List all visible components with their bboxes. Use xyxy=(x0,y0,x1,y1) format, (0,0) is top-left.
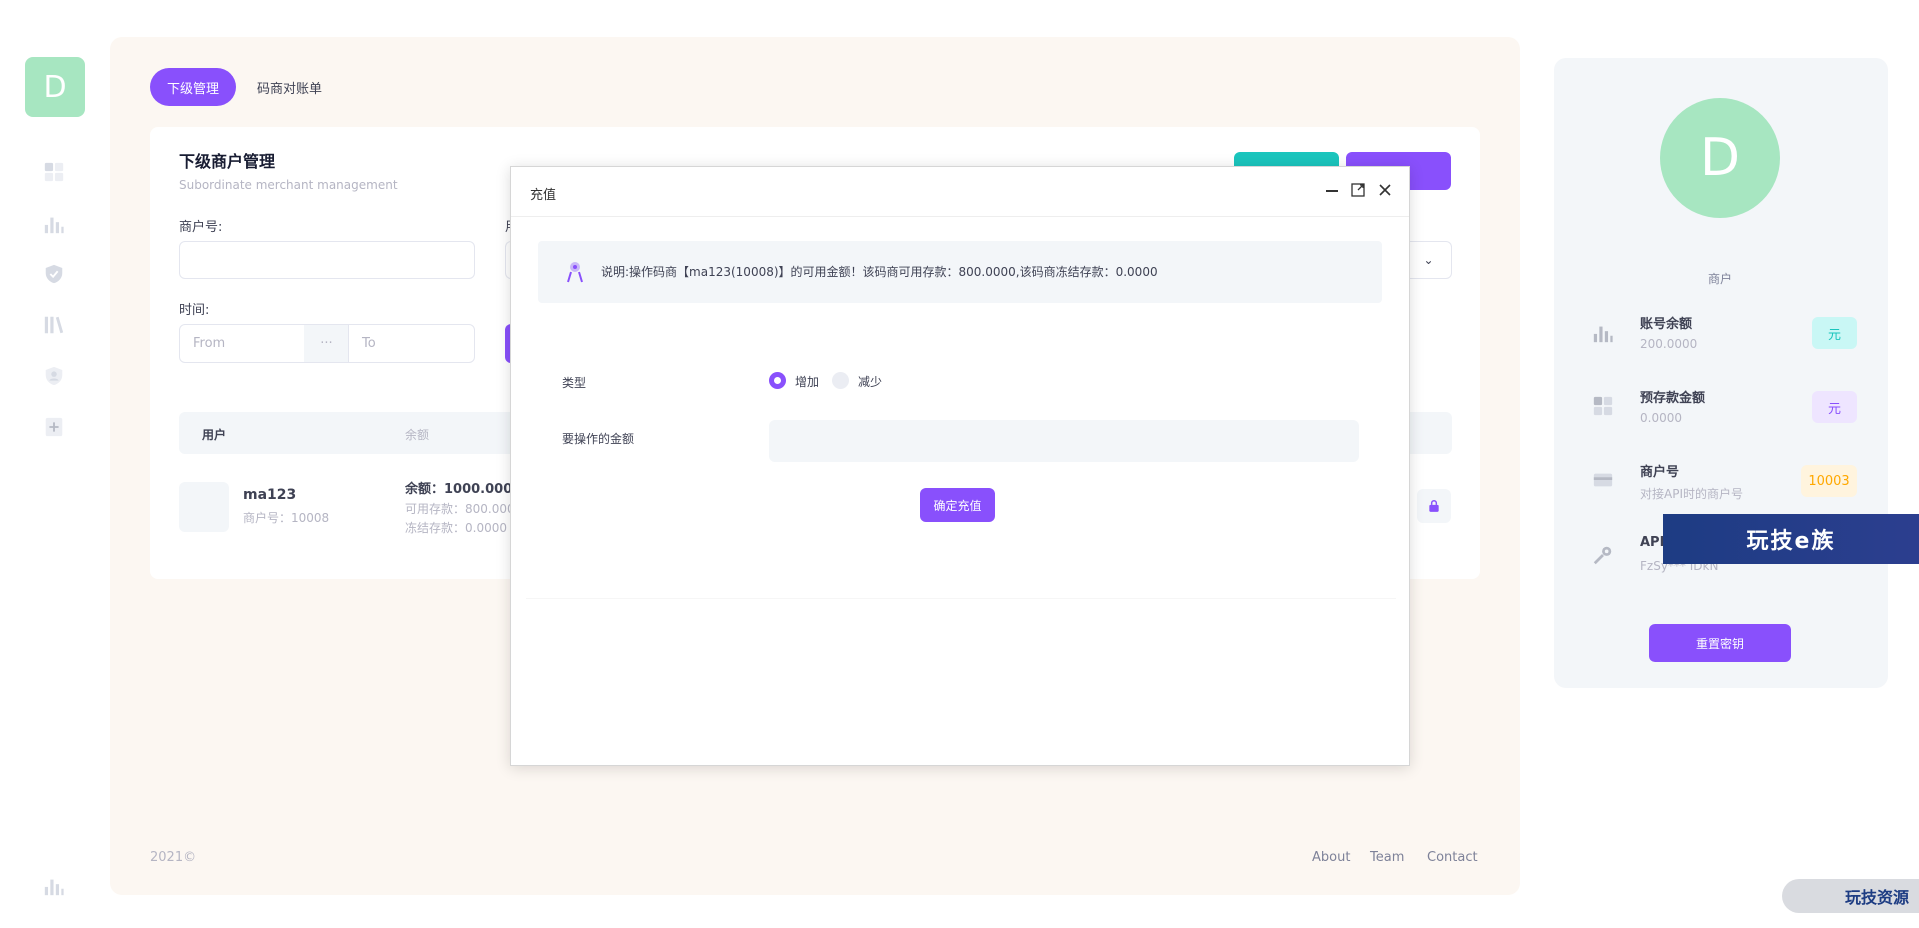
column-header-user: 用户 xyxy=(202,428,227,442)
credit-card-icon xyxy=(1591,468,1615,492)
filter-select[interactable]: ⌄ xyxy=(1406,241,1452,279)
stat-label-deposit: 预存款金额 xyxy=(1640,391,1706,406)
watermark-banner: 玩技e族 xyxy=(1663,514,1919,564)
maximize-icon[interactable] xyxy=(1349,181,1367,199)
date-from-placeholder: From xyxy=(193,336,226,351)
watermark-corner: 玩技资源 xyxy=(1782,879,1919,913)
reset-key-button[interactable]: 重置密钥 xyxy=(1649,624,1791,662)
profile-role: 商户 xyxy=(1707,272,1732,286)
lock-button[interactable] xyxy=(1417,489,1451,523)
radio-decrease-label: 减少 xyxy=(858,375,883,389)
stat-label-api: API xyxy=(1640,535,1665,550)
chevron-down-icon: ⌄ xyxy=(1423,253,1434,267)
time-label: 时间: xyxy=(179,303,210,318)
profile-avatar-letter: D xyxy=(1699,128,1741,188)
lock-icon xyxy=(1429,500,1439,512)
modal-header-divider xyxy=(511,216,1409,217)
tab-subordinate-management[interactable]: 下级管理 xyxy=(150,68,237,106)
footer-link-contact[interactable]: Contact xyxy=(1427,850,1478,865)
date-to-placeholder: To xyxy=(362,336,376,351)
chart-icon xyxy=(1591,321,1615,345)
watermark-banner-text: 玩技e族 xyxy=(1746,529,1836,554)
stat-badge-deposit: 元 xyxy=(1812,391,1857,423)
stat-label-merchant-id: 商户号 xyxy=(1640,465,1680,480)
rail-avatar[interactable]: D xyxy=(25,57,85,117)
reset-key-label: 重置密钥 xyxy=(1695,636,1744,651)
shield-check-icon[interactable] xyxy=(42,262,66,286)
add-document-icon[interactable] xyxy=(42,415,66,439)
stat-label-account-balance: 账号余额 xyxy=(1640,317,1693,332)
stat-badge-merchant-id: 10003 xyxy=(1801,465,1857,497)
dashboard-icon xyxy=(1591,394,1615,418)
row-available: 可用存款：800.0000 xyxy=(405,502,511,516)
footer-link-about[interactable]: About xyxy=(1312,850,1350,865)
merchant-id-input[interactable] xyxy=(179,241,475,279)
rail-avatar-letter: D xyxy=(43,69,67,105)
merchant-id-label: 商户号: xyxy=(179,220,223,235)
modal-title: 充值 xyxy=(530,188,557,203)
chart-bottom-icon[interactable] xyxy=(42,874,66,898)
library-icon[interactable] xyxy=(42,313,66,337)
row-merchant-id: 商户号：10008 xyxy=(243,511,330,525)
row-balance: 余额：1000.0000 xyxy=(405,482,511,497)
tab-merchant-statement[interactable]: 码商对账单 xyxy=(240,68,339,106)
app-root: D 下级管理 码商对账单 下级商户管理 Subordinate merchant… xyxy=(0,0,1919,928)
radio-decrease[interactable] xyxy=(832,372,849,389)
date-to-input[interactable]: To xyxy=(348,324,475,363)
stat-badge-account-balance: 元 xyxy=(1812,317,1857,349)
card-subtitle: Subordinate merchant management xyxy=(179,178,398,192)
close-icon[interactable] xyxy=(1376,181,1394,199)
ellipsis-icon: ··· xyxy=(320,336,333,351)
dashboard-icon[interactable] xyxy=(42,160,66,184)
confirm-recharge-label: 确定充值 xyxy=(933,498,982,513)
column-header-balance: 余额 xyxy=(405,428,430,442)
row-user-name: ma123 xyxy=(243,487,297,503)
modal-divider xyxy=(526,598,1396,599)
stat-value-account-balance: 200.0000 xyxy=(1640,337,1698,351)
amount-label: 要操作的金额 xyxy=(562,432,635,446)
tab-label: 码商对账单 xyxy=(257,81,323,97)
radio-increase[interactable] xyxy=(769,372,786,389)
card-title: 下级商户管理 xyxy=(179,152,276,171)
stat-value-deposit: 0.0000 xyxy=(1640,411,1682,425)
radio-increase-label: 增加 xyxy=(795,375,820,389)
stat-value-merchant-id: 对接API时的商户号 xyxy=(1640,487,1743,501)
watermark-corner-text: 玩技资源 xyxy=(1844,888,1909,907)
avatar xyxy=(179,482,229,532)
date-separator: ··· xyxy=(304,324,349,363)
user-shield-icon[interactable] xyxy=(42,364,66,388)
footer-copyright: 2021© xyxy=(150,850,197,865)
profile-avatar: D xyxy=(1660,98,1780,218)
footer-link-team[interactable]: Team xyxy=(1370,850,1404,865)
amount-input[interactable] xyxy=(769,420,1359,462)
minimize-icon[interactable] xyxy=(1323,181,1341,199)
row-frozen: 冻结存款：0.0000 xyxy=(405,521,507,535)
tab-label: 下级管理 xyxy=(167,81,220,97)
type-label: 类型 xyxy=(562,376,587,390)
key-icon xyxy=(1591,543,1615,567)
notice-text: 说明:操作码商【ma123(10008)】的可用金额！该码商可用存款：800.0… xyxy=(601,265,1158,279)
chart-icon[interactable] xyxy=(42,212,66,236)
date-from-input[interactable]: From xyxy=(179,324,305,363)
pin-icon xyxy=(564,260,586,284)
confirm-recharge-button[interactable]: 确定充值 xyxy=(920,488,995,522)
